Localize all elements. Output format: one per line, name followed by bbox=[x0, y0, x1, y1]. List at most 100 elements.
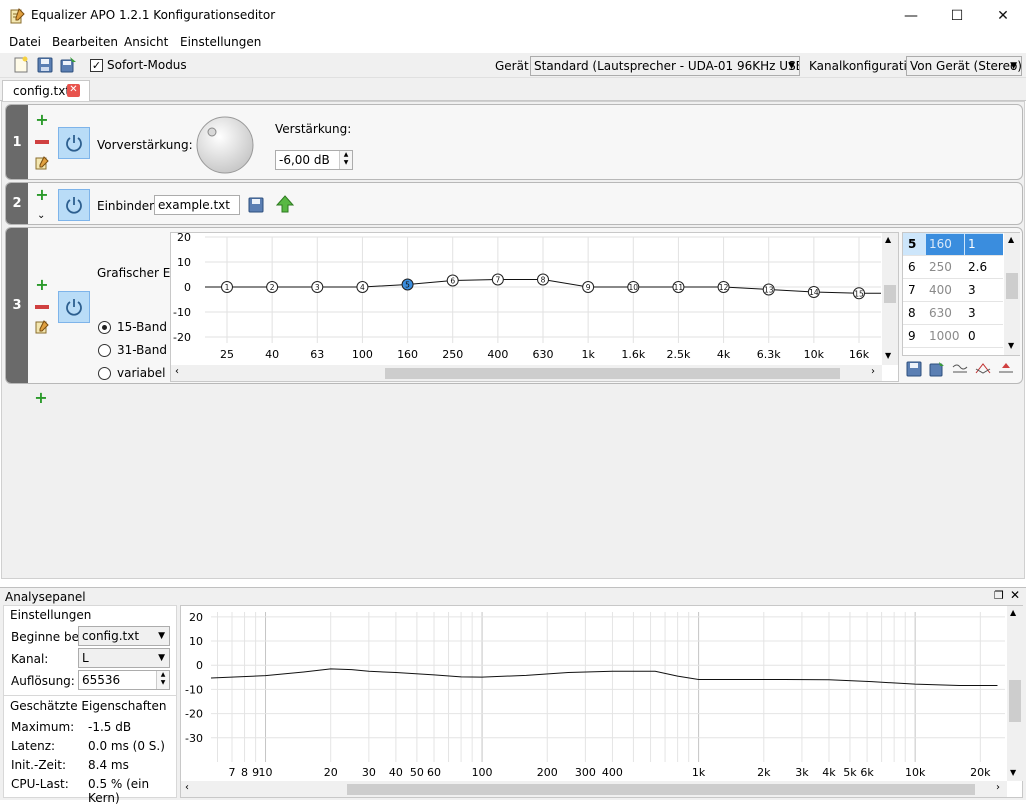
eq-point-label: 7 bbox=[495, 276, 500, 285]
gain-spinbox[interactable]: -6,00 dB ▲ ▼ bbox=[275, 150, 353, 170]
table-row[interactable]: 9 1000 0 bbox=[903, 325, 1003, 348]
normalize-icon[interactable] bbox=[998, 361, 1014, 377]
instant-mode-checkbox[interactable]: ✓ bbox=[90, 59, 103, 72]
table-row[interactable]: 5 160 1 bbox=[903, 233, 1003, 256]
undock-icon[interactable]: ❐ bbox=[994, 589, 1004, 602]
band-31-radio[interactable] bbox=[98, 344, 111, 357]
table-row[interactable]: 6 250 2.6 bbox=[903, 256, 1003, 279]
band-15-radio[interactable] bbox=[98, 321, 111, 334]
menu-einstellungen[interactable]: Einstellungen bbox=[180, 35, 261, 49]
tab-config[interactable]: config.txt ✕ bbox=[2, 80, 90, 102]
table-cell-index: 5 bbox=[908, 237, 917, 251]
band-15-label: 15-Band bbox=[117, 320, 167, 334]
maximize-button[interactable]: ☐ bbox=[934, 0, 980, 31]
power-button[interactable] bbox=[58, 127, 90, 159]
include-file-input[interactable]: example.txt bbox=[154, 195, 240, 215]
go-up-arrow-icon[interactable] bbox=[275, 194, 295, 214]
x-tick-label: 1k bbox=[692, 766, 706, 779]
save-as-icon[interactable] bbox=[59, 56, 77, 74]
add-icon[interactable]: + bbox=[35, 277, 49, 293]
start-select[interactable]: config.txt ▼ bbox=[78, 626, 170, 646]
eq-point-label: 11 bbox=[674, 283, 684, 292]
menu-bearbeiten[interactable]: Bearbeiten bbox=[52, 35, 118, 49]
scroll-thumb[interactable] bbox=[347, 784, 975, 795]
table-cell-frequency[interactable]: 1000 bbox=[926, 326, 964, 347]
scroll-down-icon[interactable]: ▼ bbox=[1010, 768, 1016, 777]
spin-arrows-icon[interactable]: ▲ ▼ bbox=[156, 671, 169, 689]
spin-arrows-icon[interactable]: ▲ ▼ bbox=[339, 151, 352, 169]
settings-title: Einstellungen bbox=[10, 608, 92, 622]
scroll-down-icon[interactable]: ▼ bbox=[885, 351, 891, 360]
analysis-panel: Analysepanel ❐ ✕ Einstellungen Beginne b… bbox=[0, 587, 1026, 805]
tab-label: config.txt bbox=[13, 84, 71, 98]
add-icon[interactable]: + bbox=[35, 112, 49, 128]
open-file-icon[interactable] bbox=[246, 195, 266, 215]
minimize-button[interactable]: — bbox=[888, 0, 934, 31]
power-button[interactable] bbox=[58, 189, 90, 221]
table-cell-frequency[interactable]: 400 bbox=[926, 280, 964, 301]
scroll-right-icon[interactable]: › bbox=[871, 366, 875, 377]
x-tick-label: 2.5k bbox=[666, 348, 690, 361]
table-cell-frequency[interactable]: 630 bbox=[926, 303, 964, 324]
table-cell-frequency[interactable]: 250 bbox=[926, 257, 964, 278]
flatten-curve-icon[interactable] bbox=[952, 361, 968, 377]
scroll-up-icon[interactable]: ▲ bbox=[885, 235, 891, 244]
scroll-left-icon[interactable]: ‹ bbox=[185, 782, 189, 793]
scroll-thumb[interactable] bbox=[884, 285, 896, 303]
power-icon bbox=[66, 197, 82, 214]
table-row[interactable]: 7 400 3 bbox=[903, 279, 1003, 302]
scroll-thumb[interactable] bbox=[1006, 273, 1018, 299]
prop-label: CPU-Last: bbox=[11, 777, 69, 791]
table-cell-gain[interactable]: 0 bbox=[965, 326, 1003, 347]
device-select[interactable]: Standard (Lautsprecher - UDA-01 96KHz US… bbox=[530, 56, 800, 76]
invert-curve-icon[interactable] bbox=[975, 361, 991, 377]
scroll-left-icon[interactable]: ‹ bbox=[175, 366, 179, 377]
scroll-up-icon[interactable]: ▲ bbox=[1010, 608, 1016, 617]
x-tick-label: 10k bbox=[905, 766, 926, 779]
power-button[interactable] bbox=[58, 291, 90, 323]
import-icon[interactable] bbox=[929, 361, 945, 377]
eq-horizontal-scrollbar[interactable]: ‹ › bbox=[171, 365, 882, 381]
close-panel-icon[interactable]: ✕ bbox=[1010, 588, 1020, 602]
add-icon[interactable]: + bbox=[35, 187, 49, 203]
table-row[interactable]: 8 630 3 bbox=[903, 302, 1003, 325]
analysis-horizontal-scrollbar[interactable]: ‹ › bbox=[181, 781, 1007, 797]
resolution-spinbox[interactable]: 65536 ▲ ▼ bbox=[78, 670, 170, 690]
scroll-down-icon[interactable]: ▼ bbox=[1008, 341, 1014, 350]
analysis-vertical-scrollbar[interactable]: ▲ ▼ bbox=[1007, 606, 1023, 781]
gain-knob[interactable] bbox=[195, 115, 255, 175]
save-icon[interactable] bbox=[906, 361, 922, 377]
analysis-graph[interactable]: 20100-10-20-307 8 9 10 20 30 40 50 60 100 200 300 40… bbox=[181, 606, 1007, 781]
gain-value: -6,00 dB bbox=[279, 153, 330, 167]
save-icon[interactable] bbox=[36, 56, 54, 74]
table-scrollbar[interactable]: ▲ ▼ bbox=[1004, 233, 1020, 355]
edit-icon[interactable] bbox=[35, 156, 49, 170]
table-cell-gain[interactable]: 1 bbox=[965, 234, 1003, 255]
close-button[interactable]: ✕ bbox=[980, 0, 1026, 31]
eq-vertical-scrollbar[interactable]: ▲ ▼ bbox=[882, 233, 898, 365]
eq-point-label: 2 bbox=[270, 283, 275, 292]
menu-ansicht[interactable]: Ansicht bbox=[124, 35, 168, 49]
table-cell-gain[interactable]: 2.6 bbox=[965, 257, 1003, 278]
table-cell-gain[interactable]: 3 bbox=[965, 303, 1003, 324]
channel-select[interactable]: L ▼ bbox=[78, 648, 170, 668]
table-cell-gain[interactable]: 3 bbox=[965, 280, 1003, 301]
scroll-right-icon[interactable]: › bbox=[996, 782, 1000, 793]
remove-icon[interactable] bbox=[35, 140, 49, 144]
expand-icon[interactable]: ⌄ bbox=[37, 210, 45, 221]
channel-config-select[interactable]: Von Gerät (Stereo) ▼ bbox=[906, 56, 1022, 76]
scroll-up-icon[interactable]: ▲ bbox=[1008, 235, 1014, 244]
scroll-thumb[interactable] bbox=[1009, 680, 1021, 722]
menu-datei[interactable]: Datei bbox=[9, 35, 41, 49]
eq-graph[interactable]: 20100-10-2025 40 63 100 160 250 400 630 1k 1.6k 2.… bbox=[171, 233, 883, 365]
band-variable-radio[interactable] bbox=[98, 367, 111, 380]
x-tick-label: 4k bbox=[822, 766, 836, 779]
add-filter-icon[interactable]: + bbox=[34, 390, 48, 406]
table-cell-frequency[interactable]: 160 bbox=[926, 234, 964, 255]
close-tab-icon[interactable]: ✕ bbox=[67, 84, 80, 97]
new-file-icon[interactable] bbox=[12, 56, 30, 74]
edit-icon[interactable] bbox=[35, 320, 49, 334]
scroll-thumb[interactable] bbox=[385, 368, 840, 379]
remove-icon[interactable] bbox=[35, 305, 49, 309]
band-table: 5 160 1 6 250 2.6 7 400 3 8 630 3 9 1000 0 ▲ ▼ bbox=[902, 232, 1020, 356]
